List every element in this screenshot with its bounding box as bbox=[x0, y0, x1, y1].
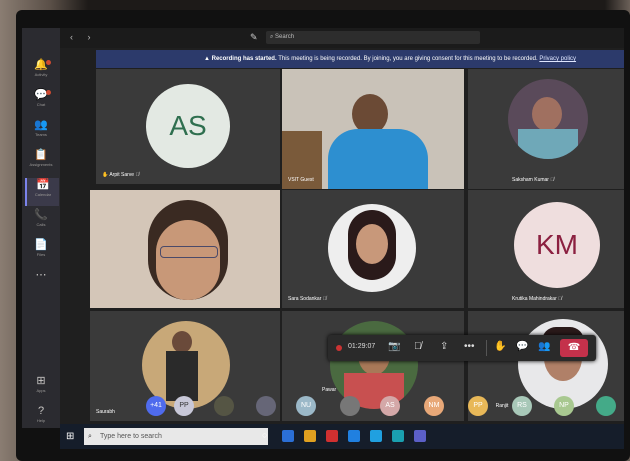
avatar bbox=[328, 204, 416, 292]
avatar[interactable]: NP bbox=[554, 396, 574, 416]
participant-tile[interactable] bbox=[90, 190, 280, 308]
avatar: AS bbox=[146, 84, 230, 168]
rail-files[interactable]: 📄 Files bbox=[25, 238, 57, 266]
privacy-policy-link[interactable]: Privacy policy bbox=[539, 56, 576, 62]
rail-chat[interactable]: 💬 Chat bbox=[25, 88, 57, 116]
windows-taskbar: ⊞ ⌕ Type here to search ○ bbox=[60, 424, 624, 449]
mic-off-icon: 🎙̸ bbox=[135, 172, 140, 178]
more-icon: ⋯ bbox=[35, 269, 47, 281]
participant-name: VSIT Guest bbox=[288, 177, 314, 183]
opera-icon[interactable] bbox=[326, 430, 338, 442]
glasses bbox=[160, 246, 218, 258]
avatar[interactable] bbox=[214, 396, 234, 416]
hang-up-button[interactable]: ☎ bbox=[560, 339, 588, 357]
avatar bbox=[508, 79, 588, 159]
avatar[interactable]: RS bbox=[512, 396, 532, 416]
warning-icon: ▲ bbox=[204, 56, 212, 62]
avatar[interactable] bbox=[596, 396, 616, 416]
participant-tile[interactable]: Saksham Kumar 🎙̸ bbox=[468, 69, 624, 189]
mic-toggle-button[interactable]: 🎙̸ bbox=[414, 341, 422, 352]
chat-icon: 💬 bbox=[34, 89, 48, 101]
search-icon: ⌕ bbox=[88, 433, 92, 440]
participant-name: Sara Sodankar 🎙̸ bbox=[288, 296, 327, 302]
participant-name: Ranjit bbox=[495, 403, 509, 409]
video-face bbox=[352, 94, 388, 134]
teams-icon: 👥 bbox=[34, 119, 48, 131]
avatar[interactable] bbox=[256, 396, 276, 416]
banner-title: Recording has started. bbox=[211, 56, 277, 62]
rail-apps[interactable]: ⊞ Apps bbox=[25, 374, 57, 402]
chrome-icon[interactable] bbox=[304, 430, 316, 442]
participant-tile[interactable]: KM Krutika Mahindrakar 🎙̸ bbox=[468, 190, 624, 308]
participant-name: Pawar bbox=[322, 387, 337, 393]
files-icon: 📄 bbox=[34, 239, 48, 251]
rail-calendar[interactable]: 📅 Calendar bbox=[25, 178, 59, 206]
meeting-timer: 01:29:07 bbox=[348, 343, 376, 350]
controls-divider bbox=[486, 340, 487, 356]
participant-name: ✋ Arpit Sarve 🎙̸ bbox=[102, 172, 140, 178]
rail-calls[interactable]: 📞 Calls bbox=[25, 208, 57, 236]
rail-more[interactable]: ⋯ bbox=[25, 268, 57, 296]
notification-dot bbox=[46, 90, 51, 95]
chat-button[interactable]: 💬 bbox=[516, 341, 528, 352]
more-participants-badge[interactable]: +41 bbox=[146, 396, 166, 416]
apps-icon: ⊞ bbox=[36, 375, 46, 387]
teams-screen: ‹ › ✎ ⌕ Search ▲ Recording has started. … bbox=[60, 28, 624, 449]
edge-icon[interactable] bbox=[370, 430, 382, 442]
participants-button[interactable]: 👥 bbox=[538, 341, 550, 352]
rail-activity[interactable]: 🔔 Activity bbox=[25, 58, 57, 86]
participant-name: Krutika Mahindrakar 🎙̸ bbox=[512, 296, 562, 302]
mic-off-icon: 🎙̸ bbox=[550, 177, 555, 183]
participant-strip: +41 PP NU AS NM PP Ranjit RS NP bbox=[96, 394, 624, 422]
avatar[interactable]: AS bbox=[380, 396, 400, 416]
rail-teams[interactable]: 👥 Teams bbox=[25, 118, 57, 146]
store-icon[interactable] bbox=[348, 430, 360, 442]
rail-assignments[interactable]: 📋 Assignments bbox=[25, 148, 57, 176]
recording-dot-icon bbox=[336, 345, 342, 351]
participant-tile[interactable]: AS ✋ Arpit Sarve 🎙̸ bbox=[96, 69, 280, 184]
assignments-icon: 📋 bbox=[34, 149, 48, 161]
avatar[interactable]: PP bbox=[174, 396, 194, 416]
nav-arrows[interactable]: ‹ › bbox=[70, 32, 97, 42]
mic-off-icon: 🎙̸ bbox=[322, 296, 327, 302]
banner-message: This meeting is being recorded. By joini… bbox=[278, 56, 538, 62]
file-explorer-icon[interactable] bbox=[282, 430, 294, 442]
task-view-icon[interactable]: ○ bbox=[262, 430, 274, 442]
camera-toggle-button[interactable]: 📷 bbox=[388, 341, 400, 352]
teams-taskbar-icon[interactable] bbox=[414, 430, 426, 442]
rail-help[interactable]: ? Help bbox=[25, 404, 57, 432]
teams-rail: 🔔 Activity 💬 Chat 👥 Teams 📋 Assignments 📅 Cal… bbox=[22, 28, 60, 428]
bell-icon: 🔔 bbox=[34, 59, 48, 71]
participant-name: Saksham Kumar 🎙̸ bbox=[512, 177, 555, 183]
mic-off-icon: 🎙̸ bbox=[558, 296, 562, 302]
calendar-icon: 📅 bbox=[36, 179, 50, 191]
avatar[interactable] bbox=[340, 396, 360, 416]
share-screen-button[interactable]: ⇪ bbox=[440, 341, 448, 352]
calls-icon: 📞 bbox=[34, 209, 48, 221]
recording-banner: ▲ Recording has started. This meeting is… bbox=[96, 50, 624, 68]
participant-tile[interactable]: Sara Sodankar 🎙̸ bbox=[282, 190, 464, 308]
search-box[interactable]: ⌕ Search bbox=[266, 31, 480, 44]
video-shirt bbox=[328, 129, 428, 189]
taskbar-search-placeholder: Type here to search bbox=[100, 433, 162, 440]
video-face bbox=[156, 220, 220, 300]
help-icon: ? bbox=[37, 405, 45, 417]
avatar: KM bbox=[514, 202, 600, 288]
avatar[interactable]: PP bbox=[468, 396, 488, 416]
browser-icon[interactable] bbox=[392, 430, 404, 442]
raise-hand-button[interactable]: ✋ bbox=[494, 341, 506, 352]
compose-icon[interactable]: ✎ bbox=[250, 32, 258, 43]
meeting-controls: 01:29:07 📷 🎙̸ ⇪ ••• ✋ 💬 👥 ☎ bbox=[328, 335, 596, 361]
title-bar: ‹ › ✎ ⌕ Search bbox=[60, 28, 624, 48]
taskbar-search[interactable]: ⌕ Type here to search bbox=[84, 428, 268, 445]
more-actions-button[interactable]: ••• bbox=[464, 341, 475, 352]
avatar[interactable]: NM bbox=[424, 396, 444, 416]
avatar[interactable]: NU bbox=[296, 396, 316, 416]
notification-dot bbox=[46, 60, 51, 65]
windows-start-icon[interactable]: ⊞ bbox=[66, 431, 74, 442]
search-placeholder: Search bbox=[275, 34, 295, 40]
participant-tile[interactable]: VSIT Guest bbox=[282, 69, 464, 189]
